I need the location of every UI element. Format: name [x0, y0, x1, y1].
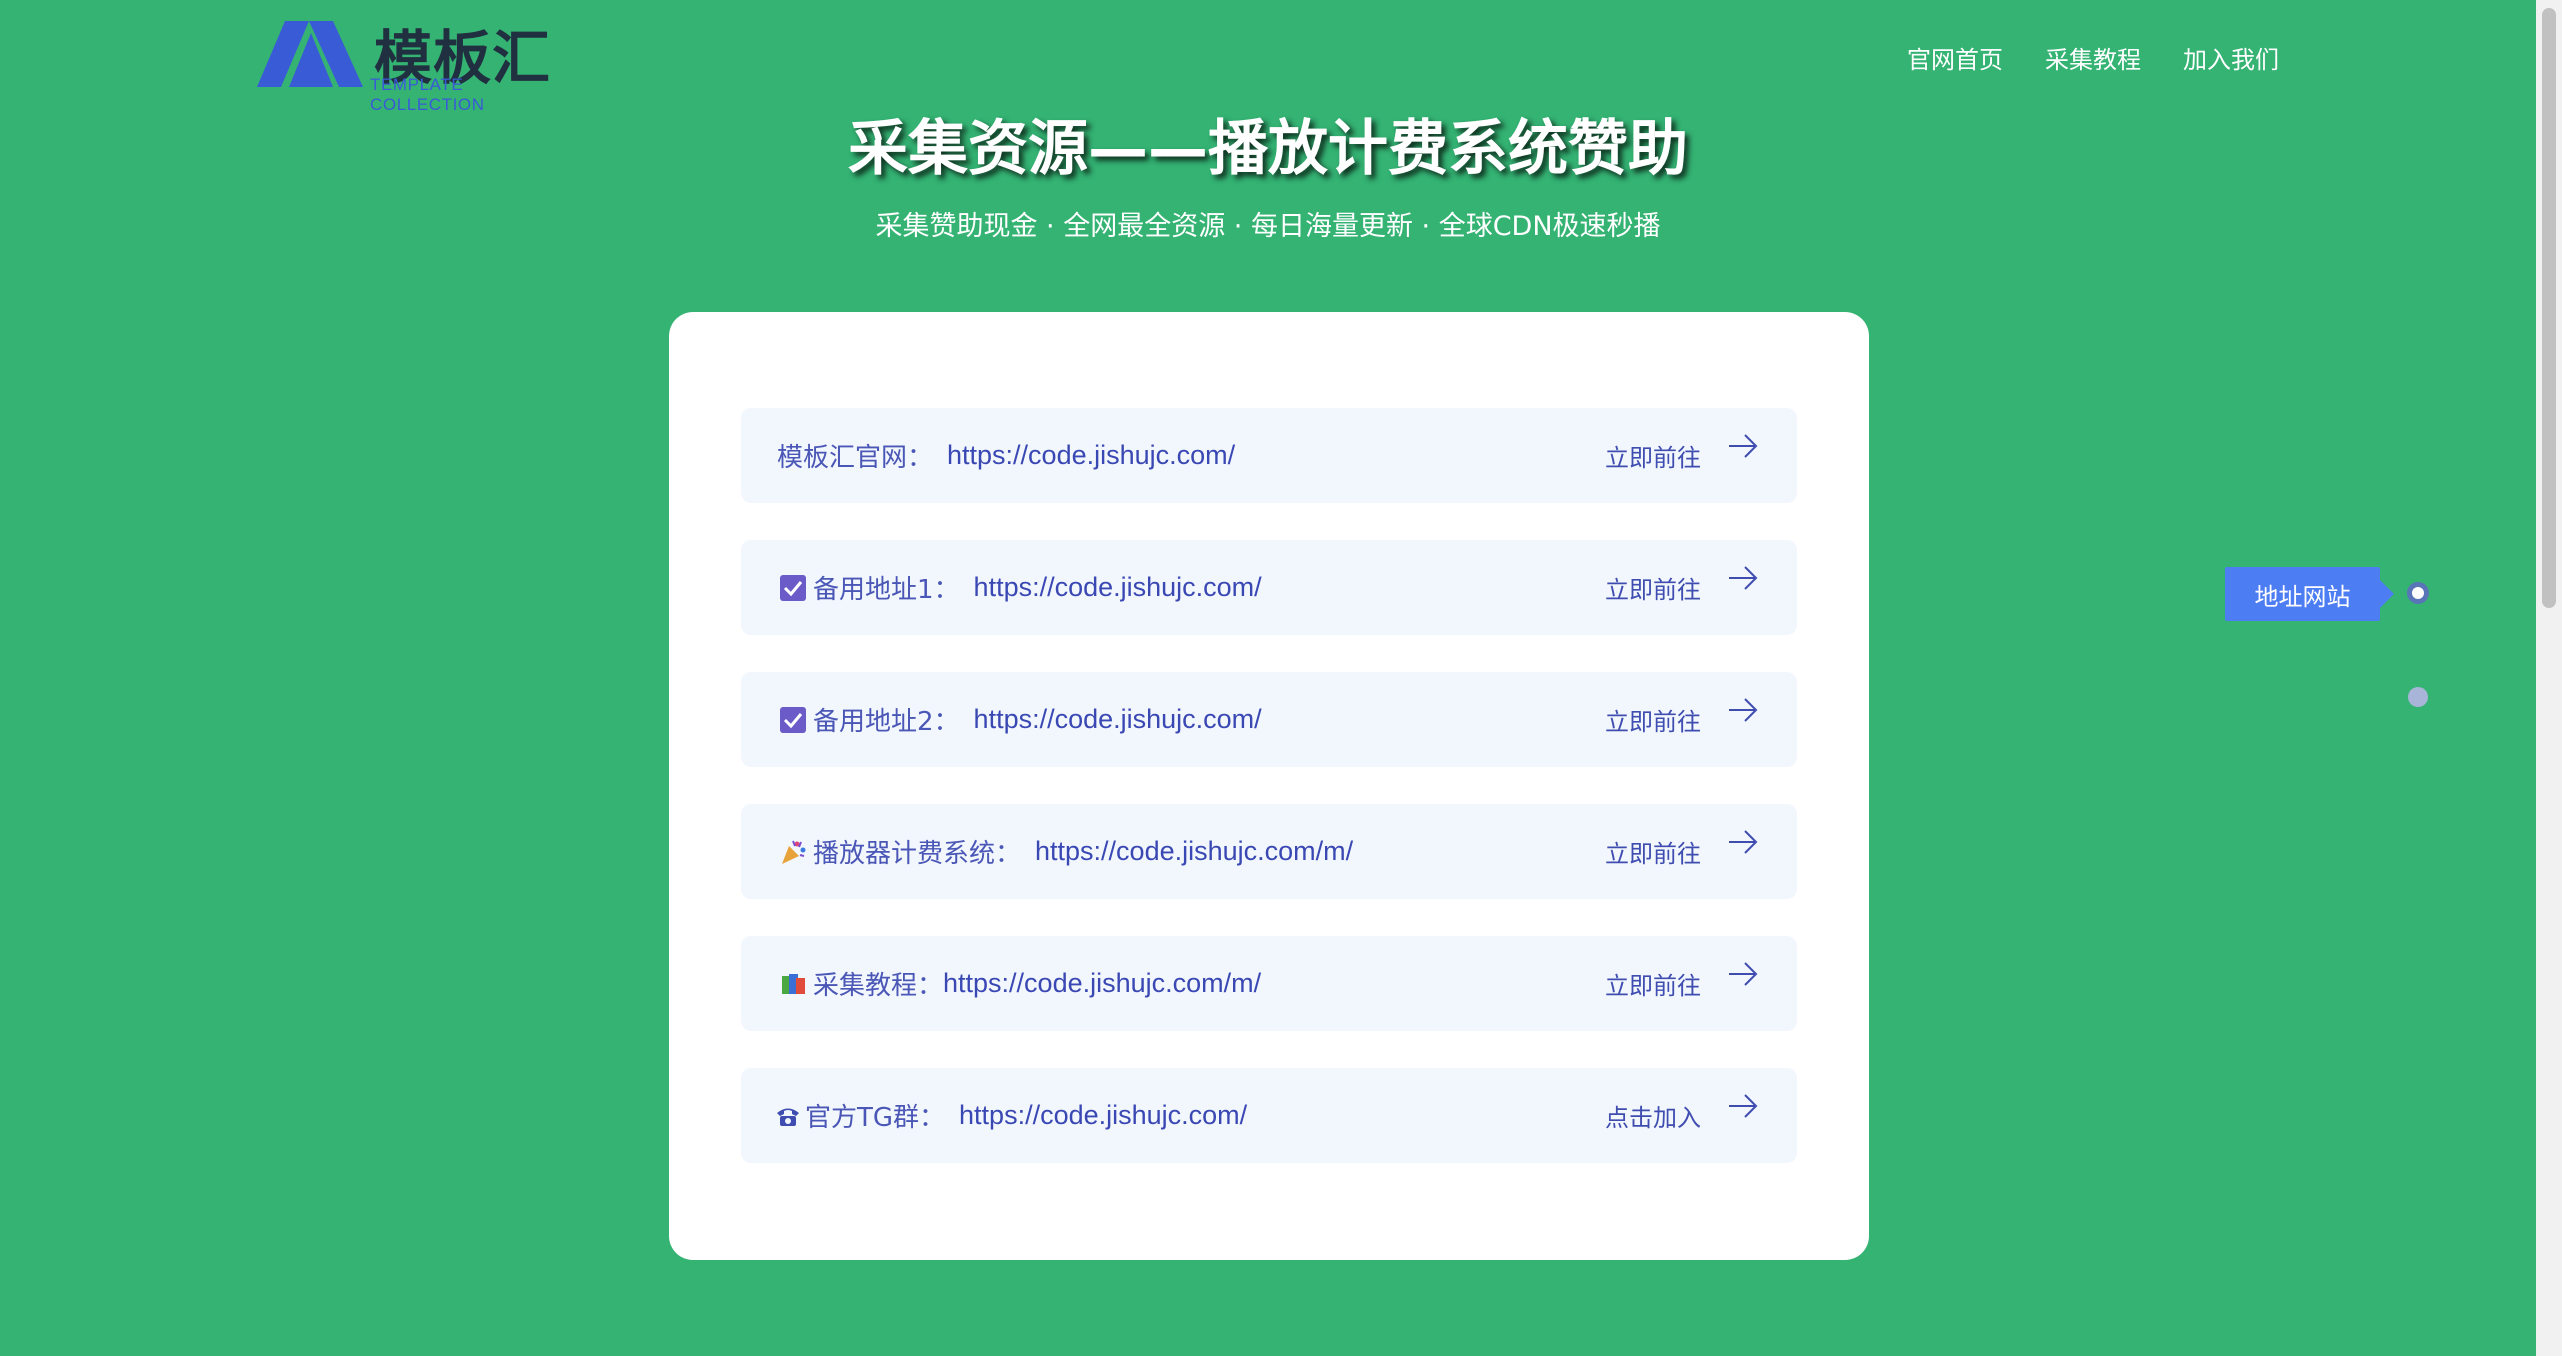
link-url[interactable]: https://code.jishujc.com/	[974, 572, 1262, 603]
join-button[interactable]: 点击加入	[1605, 1098, 1701, 1133]
party-popper-icon	[777, 836, 809, 868]
link-item-backup-2[interactable]: 备用地址2： https://code.jishujc.com/ 立即前往	[741, 672, 1797, 767]
arrow-right-icon[interactable]	[1727, 564, 1759, 592]
go-button[interactable]: 立即前往	[1605, 834, 1701, 869]
link-url[interactable]: https://code.jishujc.com/	[959, 1100, 1247, 1131]
nav-item-join[interactable]: 加入我们	[2183, 40, 2279, 75]
arrow-right-icon[interactable]	[1727, 960, 1759, 988]
link-label: 备用地址1：	[813, 575, 960, 605]
link-label: 备用地址2：	[813, 707, 960, 737]
link-item-backup-1[interactable]: 备用地址1： https://code.jishujc.com/ 立即前往	[741, 540, 1797, 635]
go-button[interactable]: 立即前往	[1605, 966, 1701, 1001]
link-url[interactable]: https://code.jishujc.com/	[974, 704, 1262, 735]
logo[interactable]: 模板汇 TEMPLATE COLLECTION	[257, 17, 577, 114]
link-item-official[interactable]: 模板汇官网： https://code.jishujc.com/ 立即前往	[741, 408, 1797, 503]
arrow-right-icon[interactable]	[1727, 828, 1759, 856]
logo-mark-icon	[257, 21, 363, 87]
go-button[interactable]: 立即前往	[1605, 702, 1701, 737]
link-url[interactable]: https://code.jishujc.com/m/	[943, 968, 1261, 999]
top-nav: 官网首页 采集教程 加入我们	[1907, 40, 2279, 75]
link-label: 模板汇官网：	[777, 443, 934, 473]
nav-item-tutorial[interactable]: 采集教程	[2045, 40, 2141, 75]
links-card: 模板汇官网： https://code.jishujc.com/ 立即前往 备用…	[669, 312, 1869, 1260]
link-url[interactable]: https://code.jishujc.com/	[947, 440, 1235, 471]
page-title: 采集资源——播放计费系统赞助	[848, 114, 1688, 184]
arrow-right-icon[interactable]	[1727, 696, 1759, 724]
books-icon	[777, 968, 809, 1000]
link-item-tutorial[interactable]: 采集教程： https://code.jishujc.com/m/ 立即前往	[741, 936, 1797, 1031]
link-item-player-billing[interactable]: 播放器计费系统： https://code.jishujc.com/m/ 立即前…	[741, 804, 1797, 899]
link-label: 播放器计费系统：	[813, 839, 1022, 869]
telephone-icon	[775, 1100, 801, 1132]
arrow-right-icon[interactable]	[1727, 432, 1759, 460]
link-item-tg-group[interactable]: 官方TG群： https://code.jishujc.com/ 点击加入	[741, 1068, 1797, 1163]
checkbox-icon	[777, 704, 809, 736]
scrollbar[interactable]	[2536, 0, 2562, 1356]
go-button[interactable]: 立即前往	[1605, 570, 1701, 605]
arrow-right-icon[interactable]	[1727, 1092, 1759, 1120]
checkbox-icon	[777, 572, 809, 604]
link-label: 采集教程：	[813, 971, 944, 1001]
nav-item-home[interactable]: 官网首页	[1907, 40, 2003, 75]
side-nav-dot[interactable]	[2408, 687, 2428, 707]
page-subtitle: 采集赞助现金 · 全网最全资源 · 每日海量更新 · 全球CDN极速秒播	[875, 211, 1661, 242]
go-button[interactable]: 立即前往	[1605, 438, 1701, 473]
scrollbar-thumb[interactable]	[2542, 8, 2556, 608]
link-label: 官方TG群：	[805, 1103, 946, 1133]
link-url[interactable]: https://code.jishujc.com/m/	[1035, 836, 1353, 867]
side-nav-dot-active[interactable]	[2407, 582, 2429, 604]
side-nav-active-label: 地址网站	[2225, 567, 2394, 621]
